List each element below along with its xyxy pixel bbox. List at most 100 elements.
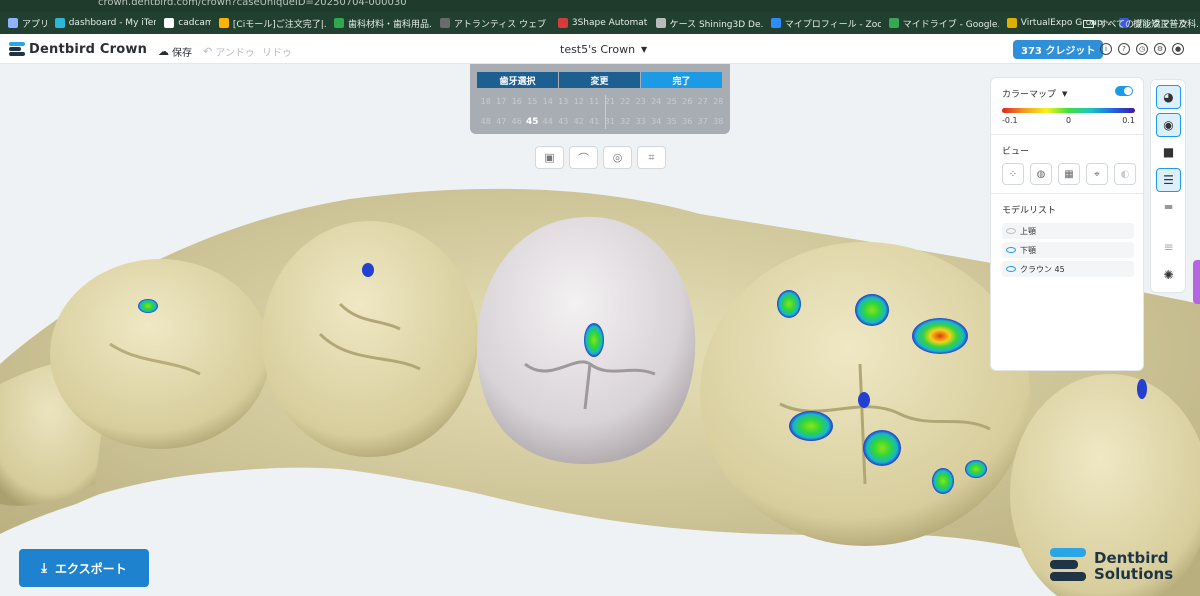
section-view-icon[interactable]: ◐ (1114, 163, 1136, 185)
tooth-number-44[interactable]: 44 (540, 117, 556, 127)
model-list-item[interactable]: 下顎 (1002, 242, 1134, 258)
bookmark-item[interactable]: マイドライブ - Google... (888, 17, 999, 30)
tooth-number-23[interactable]: 23 (633, 97, 649, 106)
bookmark-label: マイドライブ - Google... (902, 19, 999, 30)
credit-badge[interactable]: 373 クレジット (1013, 40, 1104, 59)
tooth-number-14[interactable]: 14 (540, 97, 556, 106)
chevron-down-icon: ▼ (1062, 89, 1068, 98)
case-title-dropdown[interactable]: test5's Crown ▼ (560, 43, 647, 56)
fit-view-icon[interactable]: ⌖ (1086, 163, 1108, 185)
bookmark-favicon-icon (218, 18, 229, 28)
redo-button[interactable]: リドゥ (262, 44, 292, 59)
wireframe-view-icon[interactable]: ⁘ (1002, 163, 1024, 185)
side-drawer-tab[interactable] (1193, 260, 1200, 304)
tooth-number-42[interactable]: 42 (571, 117, 587, 127)
bookmark-label: マイプロフィール - Zoom (784, 19, 881, 30)
tooth-number-46[interactable]: 46 (509, 117, 525, 127)
visibility-eye-icon[interactable] (1006, 228, 1016, 234)
tooth-panel-tab[interactable]: 変更 (559, 72, 640, 88)
bookmark-favicon-icon (334, 18, 345, 28)
export-button[interactable]: ⤓ エクスポート (19, 549, 149, 587)
tooth-number-26[interactable]: 26 (680, 97, 696, 106)
tooth-number-11[interactable]: 11 (587, 97, 603, 106)
settings-gear-icon[interactable]: ✺ (1156, 263, 1181, 287)
colormap-toggle[interactable] (1115, 86, 1133, 96)
bookmark-item[interactable]: マイプロフィール - Zoom (770, 17, 881, 30)
list-icon[interactable]: ☰ (1156, 168, 1181, 192)
tooth-number-12[interactable]: 12 (571, 97, 587, 106)
tooth-number-24[interactable]: 24 (649, 97, 665, 106)
info-icon[interactable]: i (1100, 43, 1112, 55)
bookmark-item[interactable]: 3Shape Automate (557, 18, 648, 28)
tooth-number-16[interactable]: 16 (509, 97, 525, 106)
visibility-eye-icon[interactable] (1006, 247, 1016, 253)
tooth-panel-tab[interactable]: 歯牙選択 (477, 72, 558, 88)
visibility-eye-icon[interactable] (1006, 266, 1016, 272)
tooth-number-37[interactable]: 37 (695, 117, 711, 127)
bookmark-item[interactable]: アプリ (8, 17, 47, 30)
all-bookmarks-button[interactable]: すべてのブックマーク (1082, 17, 1188, 30)
help-icon[interactable]: ? (1118, 43, 1130, 55)
tooth-number-28[interactable]: 28 (711, 97, 727, 106)
midline-divider (605, 95, 606, 129)
undo-button[interactable]: ↶ アンドゥ (203, 44, 255, 59)
divider (991, 134, 1143, 135)
view-fit-icon[interactable]: ⌗ (637, 146, 666, 169)
tooth-number-48[interactable]: 48 (478, 117, 494, 127)
view-compare-icon[interactable]: ◎ (603, 146, 632, 169)
settings-icon[interactable]: ⚙ (1154, 43, 1166, 55)
visibility-eye-icon[interactable]: ◉ (1156, 113, 1181, 137)
measure-ruler-icon[interactable]: ═ (1156, 195, 1181, 219)
tooth-number-36[interactable]: 36 (680, 117, 696, 127)
brand-line1: Dentbird (1094, 549, 1169, 567)
colormap-dropdown[interactable]: カラーマップ ▼ (1002, 87, 1068, 101)
tooth-number-25[interactable]: 25 (664, 97, 680, 106)
model-list-item[interactable]: クラウン 45 (1002, 261, 1134, 277)
undo-label: アンドゥ (215, 48, 255, 59)
user-icon[interactable]: ● (1172, 43, 1184, 55)
bookmark-item[interactable]: dashboard - My iTero (54, 18, 156, 28)
tooth-number-35[interactable]: 35 (664, 117, 680, 127)
bookmark-label: 歯科材料・歯科用品... (348, 19, 432, 30)
app-header: Dentbird Crown ☁ 保存 ↶ アンドゥ リドゥ test5's C… (0, 34, 1200, 64)
view-front-icon[interactable]: ⌒ (569, 146, 598, 169)
tooth-number-45[interactable]: 45 (525, 117, 541, 127)
tooth-number-43[interactable]: 43 (556, 117, 572, 127)
tooth-number-18[interactable]: 18 (478, 97, 494, 106)
tooth-number-34[interactable]: 34 (649, 117, 665, 127)
view-occlusal-icon[interactable]: ▣ (535, 146, 564, 169)
all-bookmarks-label: すべてのブックマーク (1098, 20, 1188, 30)
tooth-number-32[interactable]: 32 (618, 117, 634, 127)
url-bar[interactable]: crown.dentbird.com/crown?caseUniqueID=20… (98, 0, 407, 8)
tooth-number-13[interactable]: 13 (556, 97, 572, 106)
bookmark-item[interactable]: [Ciモール]ご注文完了|... (218, 17, 326, 30)
bookmark-favicon-icon (164, 18, 175, 28)
history-icon[interactable]: ◷ (1136, 43, 1148, 55)
tooth-number-33[interactable]: 33 (633, 117, 649, 127)
colormap-title: カラーマップ (1002, 90, 1057, 100)
tooth-number-41[interactable]: 41 (587, 117, 603, 127)
bookmark-item[interactable]: ケース Shining3D De... (655, 17, 763, 30)
tooth-number-38[interactable]: 38 (711, 117, 727, 127)
bookmark-item[interactable]: 歯科材料・歯科用品... (334, 17, 432, 30)
tooth-number-17[interactable]: 17 (494, 97, 510, 106)
grid-view-icon[interactable]: ▦ (1058, 163, 1080, 185)
camera-icon[interactable]: ■ (1156, 140, 1181, 164)
sphere-view-icon[interactable]: ◍ (1030, 163, 1052, 185)
bookmark-favicon-icon (439, 18, 450, 28)
bookmark-favicon-icon (54, 18, 65, 28)
tooth-number-15[interactable]: 15 (525, 97, 541, 106)
tooth-number-47[interactable]: 47 (494, 117, 510, 127)
save-button[interactable]: ☁ 保存 (158, 44, 192, 59)
tooth-number-22[interactable]: 22 (618, 97, 634, 106)
tooth-number-27[interactable]: 27 (695, 97, 711, 106)
upper-tooth-row: 18 17 16 15 14 13 12 11 21 22 23 24 25 26 27 28 (478, 97, 726, 106)
bookmark-label: 3Shape Automate (571, 18, 648, 28)
bookmark-item[interactable]: cadcam (164, 18, 211, 28)
layers-icon[interactable]: ≡ (1156, 235, 1181, 259)
tooth-panel-tab[interactable]: 完了 (641, 72, 722, 88)
colormap-min: -0.1 (1002, 116, 1018, 125)
bookmark-item[interactable]: アトランティス ウェブ オ... (439, 17, 550, 30)
colormap-tool-icon[interactable]: ◕ (1156, 85, 1181, 109)
model-list-item[interactable]: 上顎 (1002, 223, 1134, 239)
